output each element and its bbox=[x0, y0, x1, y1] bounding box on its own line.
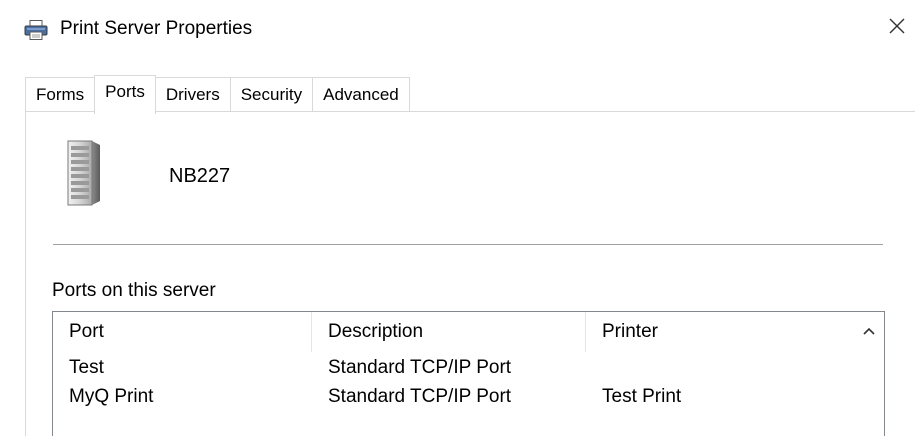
ports-list-header: Port Description Printer bbox=[53, 312, 855, 352]
title-bar: Print Server Properties bbox=[0, 0, 915, 56]
print-server-properties-dialog: Print Server Properties Forms Ports Driv… bbox=[0, 0, 915, 436]
column-header-description[interactable]: Description bbox=[312, 312, 586, 352]
ports-tab-panel: NB227 Ports on this server Port Descript… bbox=[25, 111, 915, 436]
close-icon bbox=[887, 16, 907, 41]
tab-advanced[interactable]: Advanced bbox=[312, 77, 410, 112]
table-row[interactable]: Test Standard TCP/IP Port bbox=[53, 354, 855, 382]
printer-cell: Test Print bbox=[602, 386, 682, 407]
column-header-port[interactable]: Port bbox=[53, 312, 312, 352]
printer-cell bbox=[586, 354, 855, 382]
vertical-scrollbar[interactable] bbox=[854, 312, 884, 436]
column-header-printer[interactable]: Printer bbox=[586, 312, 855, 352]
printer-icon bbox=[24, 20, 48, 40]
server-tower-icon bbox=[66, 139, 102, 207]
description-cell: Standard TCP/IP Port bbox=[328, 357, 512, 378]
ports-list-label: Ports on this server bbox=[52, 280, 216, 301]
port-cell: Test bbox=[69, 357, 104, 378]
tab-security[interactable]: Security bbox=[229, 77, 314, 112]
server-name: NB227 bbox=[169, 165, 231, 187]
tab-ports[interactable]: Ports bbox=[94, 75, 156, 114]
chevron-up-icon bbox=[862, 323, 876, 341]
close-button[interactable] bbox=[879, 6, 915, 50]
tab-forms[interactable]: Forms bbox=[25, 77, 96, 112]
window-title: Print Server Properties bbox=[60, 18, 253, 39]
port-cell: MyQ Print bbox=[69, 386, 154, 407]
description-cell: Standard TCP/IP Port bbox=[328, 386, 512, 407]
tab-drivers[interactable]: Drivers bbox=[154, 77, 231, 112]
section-divider bbox=[53, 244, 883, 245]
tab-strip: Forms Ports Drivers Security Advanced bbox=[25, 75, 410, 114]
ports-list[interactable]: Port Description Printer Test Standard T… bbox=[52, 311, 885, 436]
table-row[interactable]: MyQ Print Standard TCP/IP Port Test Prin… bbox=[53, 383, 855, 411]
scroll-up-button[interactable] bbox=[854, 312, 884, 352]
